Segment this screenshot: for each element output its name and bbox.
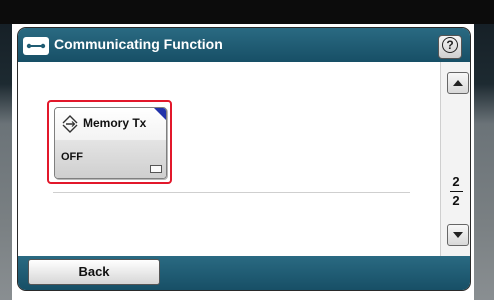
page-total: 2 xyxy=(452,193,460,208)
frame-left-bezel xyxy=(0,24,12,300)
tile-label: Memory Tx xyxy=(83,116,147,130)
content-area: Memory Tx OFF xyxy=(18,62,440,256)
tile-value: OFF xyxy=(61,151,83,163)
frame-top-bezel xyxy=(0,0,494,24)
memory-tx-tile[interactable]: Memory Tx OFF xyxy=(54,107,167,179)
selection-highlight: Memory Tx OFF xyxy=(47,100,172,184)
triangle-down-icon xyxy=(453,232,463,238)
panel-screen: Communicating Function ? Memory Tx OFF 2… xyxy=(18,28,470,290)
corner-flag-icon xyxy=(154,108,166,120)
page-current: 2 xyxy=(452,174,460,189)
communication-line-icon xyxy=(23,37,49,55)
help-button[interactable]: ? xyxy=(438,35,462,59)
memory-transmit-icon xyxy=(61,114,79,139)
help-question-icon: ? xyxy=(442,37,458,53)
settings-box-icon xyxy=(150,165,162,173)
page-title: Communicating Function xyxy=(54,36,223,52)
bottom-bar: Back xyxy=(18,256,470,290)
page-separator xyxy=(450,191,463,192)
title-bar: Communicating Function ? xyxy=(18,28,470,62)
back-button[interactable]: Back xyxy=(28,259,160,285)
scroll-down-button[interactable] xyxy=(447,224,469,246)
triangle-up-icon xyxy=(453,80,463,86)
frame-right-bezel xyxy=(474,24,494,300)
divider xyxy=(53,192,410,193)
scroll-up-button[interactable] xyxy=(447,72,469,94)
scrollbar: 2 2 xyxy=(440,62,470,256)
